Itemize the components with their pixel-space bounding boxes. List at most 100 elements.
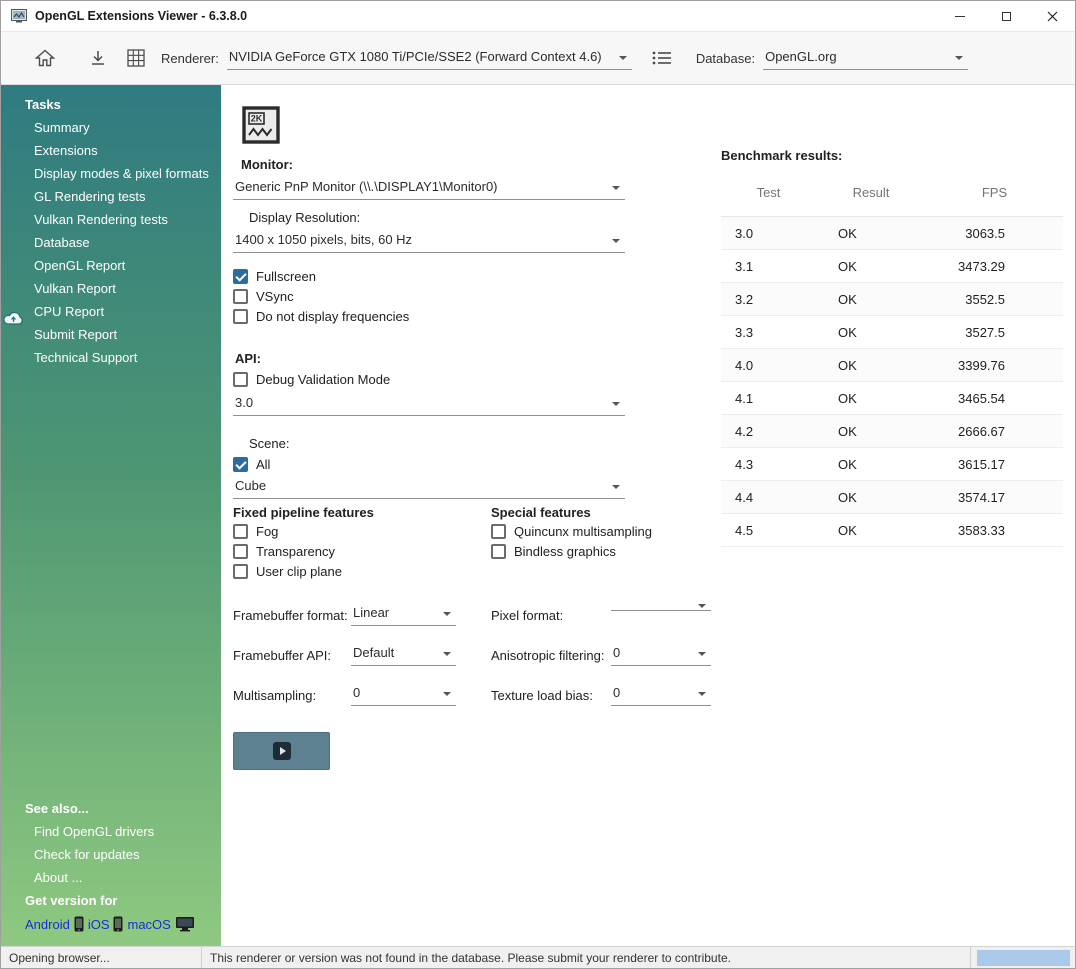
benchmark-row: 4.4 OK 3574.17 (721, 481, 1063, 514)
sidebar-item[interactable]: Vulkan Report (1, 277, 221, 300)
texture-load-bias-label: Texture load bias: (491, 688, 593, 703)
get-version-header: Get version for (25, 893, 118, 908)
benchmark-row: 4.1 OK 3465.54 (721, 382, 1063, 415)
home-icon (35, 49, 55, 67)
ios-link[interactable]: iOS (88, 917, 110, 932)
fullscreen-checkbox[interactable]: Fullscreen (233, 267, 713, 285)
test-cell: 4.5 (735, 522, 754, 538)
monitor-value: Generic PnP Monitor (\\.\DISPLAY1\Monito… (235, 179, 498, 194)
status-message: This renderer or version was not found i… (201, 947, 971, 968)
anisotropic-filtering-select[interactable]: 0 (611, 642, 711, 666)
pixel-format-select[interactable] (611, 602, 711, 611)
home-button[interactable] (29, 43, 61, 73)
transparency-checkbox[interactable]: Transparency (233, 542, 491, 560)
scene-all-checkbox[interactable]: All (233, 455, 713, 473)
multisampling-label: Multisampling: (233, 688, 317, 703)
scene-value: Cube (235, 478, 267, 493)
col-result: Result (852, 185, 890, 200)
monitor-label: Monitor: (241, 157, 293, 172)
result-cell: OK (838, 489, 857, 505)
sidebar-item[interactable]: Extensions (1, 139, 221, 162)
api-label: API: (235, 351, 261, 366)
phone-icon (74, 916, 84, 932)
user-clip-plane-checkbox[interactable]: User clip plane (233, 562, 491, 580)
sidebar-item[interactable]: CPU Report (1, 300, 221, 323)
sidebar-item[interactable]: OpenGL Report (1, 254, 221, 277)
result-cell: OK (838, 258, 857, 274)
fog-checkbox[interactable]: Fog (233, 522, 491, 540)
sidebar-link-item[interactable]: Find OpenGL drivers (1, 820, 221, 843)
sidebar-link-item[interactable]: Check for updates (1, 843, 221, 866)
sidebar-item[interactable]: Summary (1, 116, 221, 139)
phone-icon (113, 916, 123, 932)
close-icon (1047, 11, 1057, 21)
test-cell: 4.2 (735, 423, 754, 439)
multisampling-select[interactable]: 0 (351, 682, 456, 706)
renderer-select[interactable]: NVIDIA GeForce GTX 1080 Ti/PCIe/SSE2 (Fo… (226, 46, 632, 70)
svg-text:2K: 2K (251, 114, 263, 124)
vsync-checkbox[interactable]: VSync (233, 287, 713, 305)
app-icon (11, 9, 27, 23)
test-cell: 3.0 (735, 225, 754, 241)
framebuffer-format-select[interactable]: Linear (351, 602, 456, 626)
scene-select[interactable]: Cube (233, 475, 625, 499)
renderer-value: NVIDIA GeForce GTX 1080 Ti/PCIe/SSE2 (Fo… (228, 49, 602, 64)
benchmark-row: 4.3 OK 3615.17 (721, 448, 1063, 481)
android-link[interactable]: Android (25, 917, 70, 932)
macos-link[interactable]: macOS (127, 917, 170, 932)
result-cell: OK (838, 456, 857, 472)
database-select[interactable]: OpenGL.org (763, 46, 969, 70)
fps-cell: 3552.5 (965, 291, 1005, 307)
close-button[interactable] (1029, 1, 1075, 31)
test-cell: 4.3 (735, 456, 754, 472)
api-version-value: 3.0 (235, 395, 254, 410)
list-button[interactable] (646, 44, 678, 72)
checkbox-box (233, 523, 248, 539)
sidebar-item[interactable]: GL Rendering tests (1, 185, 221, 208)
fps-cell: 3574.17 (958, 489, 1005, 505)
test-cell: 3.2 (735, 291, 754, 307)
database-label: Database: (695, 50, 756, 66)
bindless-checkbox[interactable]: Bindless graphics (491, 542, 713, 560)
checkbox-box (233, 288, 248, 304)
result-cell: OK (838, 357, 857, 373)
no-frequencies-checkbox[interactable]: Do not display frequencies (233, 307, 713, 325)
result-cell: OK (838, 423, 857, 439)
app-window: OpenGL Extensions Viewer - 6.3.8.0 Rende… (0, 0, 1076, 969)
result-cell: OK (838, 225, 857, 241)
renderer-grid-button[interactable] (121, 43, 151, 73)
sidebar-item[interactable]: Database (1, 231, 221, 254)
checkbox-box (233, 268, 248, 284)
fixed-features-column: Fixed pipeline features Fog Transparency… (233, 505, 491, 582)
list-icon (652, 51, 671, 65)
benchmark-row: 4.2 OK 2666.67 (721, 415, 1063, 448)
sidebar-item[interactable]: Vulkan Rendering tests (1, 208, 221, 231)
sidebar-item[interactable]: Display modes & pixel formats (1, 162, 221, 185)
sidebar-link-item[interactable]: About ... (1, 866, 221, 889)
sidebar-item[interactable]: Submit Report (1, 323, 221, 346)
features-section: Fixed pipeline features Fog Transparency… (233, 505, 713, 582)
debug-validation-checkbox[interactable]: Debug Validation Mode (233, 370, 713, 388)
col-test: Test (756, 185, 781, 200)
resolution-select[interactable]: 1400 x 1050 pixels, bits, 60 Hz (233, 229, 625, 253)
quincunx-checkbox[interactable]: Quincunx multisampling (491, 522, 713, 540)
download-button[interactable] (83, 43, 113, 73)
checkbox-box (233, 563, 248, 579)
pixel-format-label: Pixel format: (491, 608, 564, 623)
benchmark-header: Test Result FPS (721, 163, 1063, 217)
cloud-icon (2, 310, 26, 329)
result-cell: OK (838, 291, 857, 307)
api-version-select[interactable]: 3.0 (233, 392, 625, 416)
monitor-2k-icon: 2K (241, 105, 281, 145)
monitor-select[interactable]: Generic PnP Monitor (\\.\DISPLAY1\Monito… (233, 176, 625, 200)
sidebar-item[interactable]: Technical Support (1, 346, 221, 369)
col-fps: FPS (981, 185, 1008, 200)
benchmark-row: 3.2 OK 3552.5 (721, 283, 1063, 316)
texture-load-bias-select[interactable]: 0 (611, 682, 711, 706)
result-cell: OK (838, 522, 857, 538)
benchmark-title: Benchmark results: (721, 148, 843, 163)
maximize-button[interactable] (983, 1, 1029, 31)
minimize-button[interactable] (937, 1, 983, 31)
run-benchmark-button[interactable] (233, 732, 330, 770)
framebuffer-api-select[interactable]: Default (351, 642, 456, 666)
